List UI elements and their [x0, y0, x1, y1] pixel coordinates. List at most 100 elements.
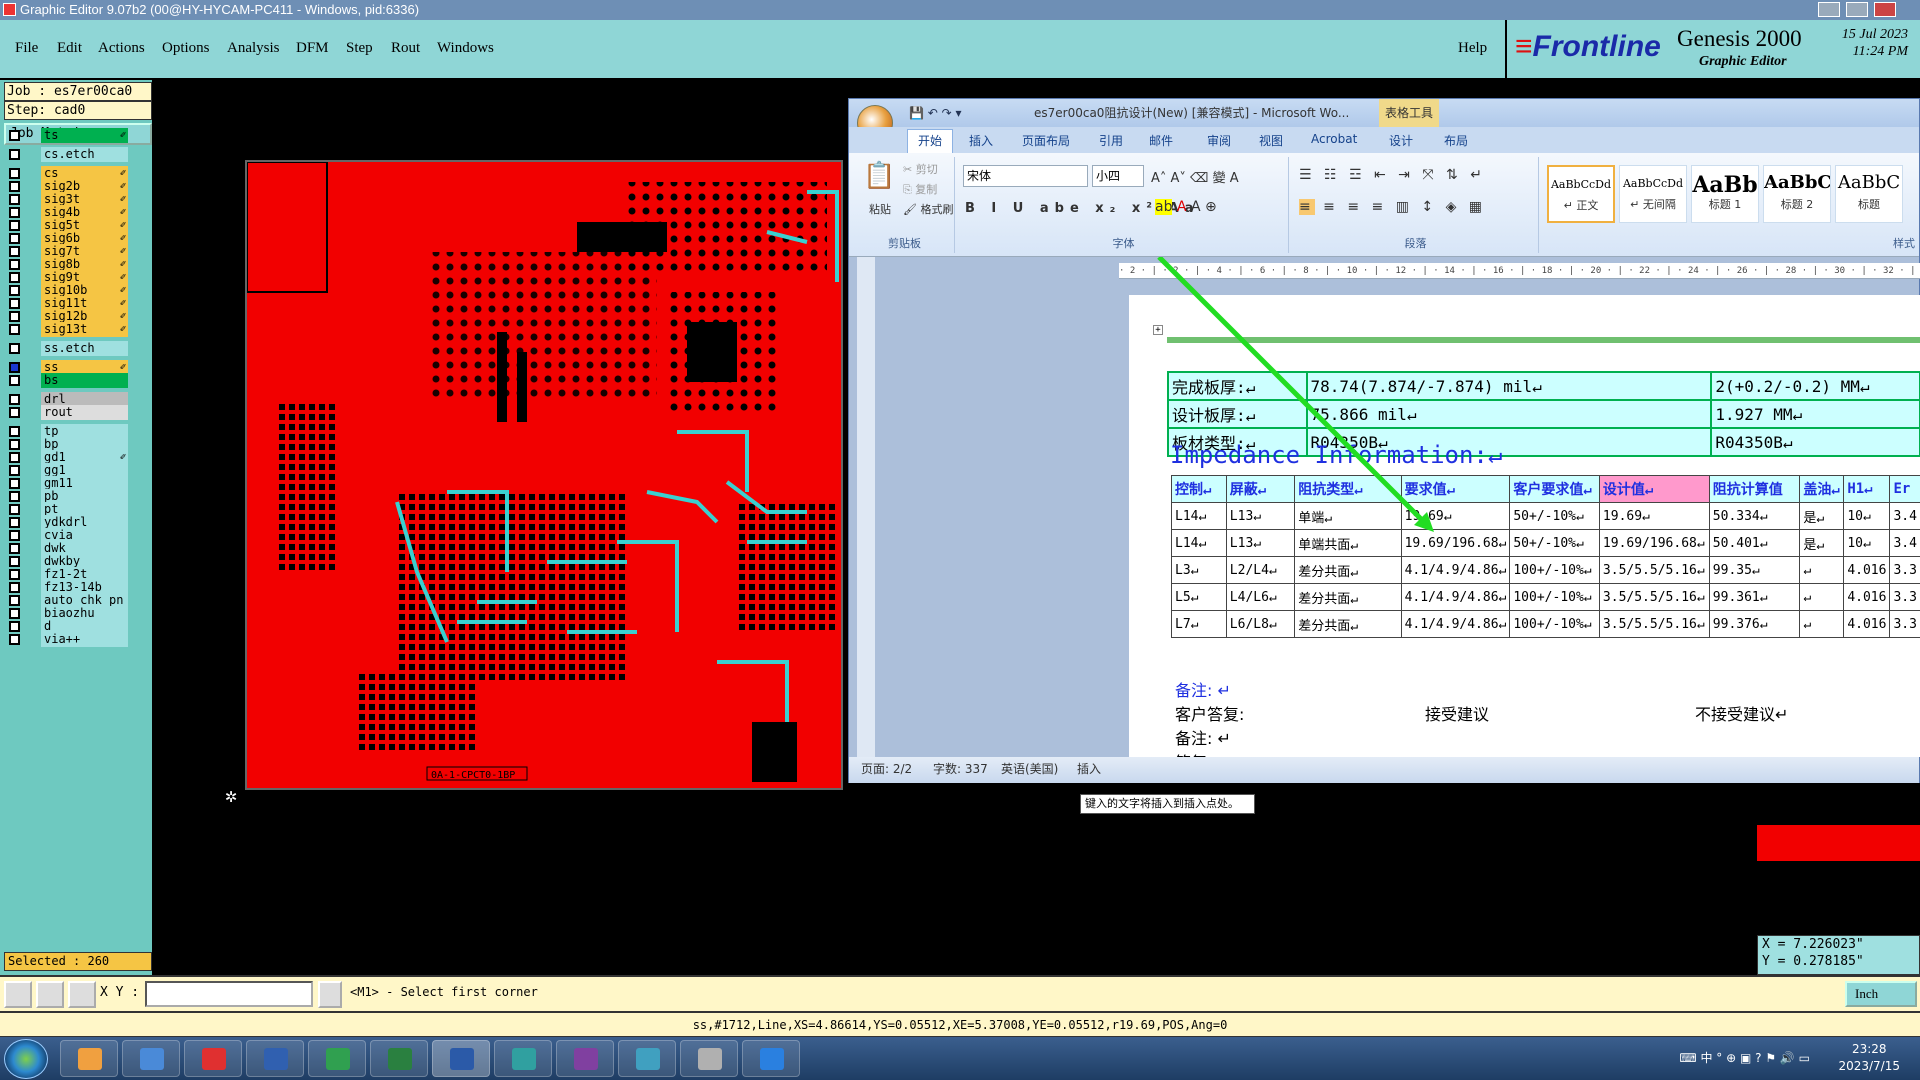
layer-checkbox[interactable]	[9, 246, 20, 257]
layer-checkbox[interactable]	[9, 285, 20, 296]
font-size-select[interactable]: 小四	[1092, 165, 1144, 187]
menu-step[interactable]: Step	[346, 40, 373, 57]
pcb-board[interactable]: 0A-1-CPCT0-1BP	[245, 160, 843, 790]
taskbar-app-3[interactable]	[184, 1040, 242, 1077]
layer-checkbox[interactable]	[9, 181, 20, 192]
style-title[interactable]: AaBbC 标题	[1835, 165, 1903, 223]
tab-design[interactable]: 设计	[1389, 132, 1413, 149]
layer-checkbox[interactable]	[9, 569, 20, 580]
layer-checkbox[interactable]	[9, 478, 20, 489]
status-language[interactable]: 英语(美国)	[1001, 757, 1058, 781]
tab-review[interactable]: 审阅	[1207, 132, 1231, 149]
layer-checkbox[interactable]	[9, 130, 20, 141]
tab-home[interactable]: 开始	[907, 129, 954, 153]
minimize-button[interactable]	[1818, 2, 1840, 17]
tab-layout[interactable]: 布局	[1444, 132, 1468, 149]
status-word-count[interactable]: 字数: 337	[933, 757, 988, 781]
taskbar-app-8[interactable]	[494, 1040, 552, 1077]
layer-checkbox[interactable]	[9, 452, 20, 463]
menu-dfm[interactable]: DFM	[296, 40, 329, 57]
taskbar-app-11[interactable]	[680, 1040, 738, 1077]
status-insert-mode[interactable]: 插入	[1077, 757, 1101, 781]
taskbar-genesis[interactable]	[556, 1040, 614, 1077]
grid-tool-icon[interactable]	[68, 981, 96, 1008]
list-buttons[interactable]: ☰ ☷ ☲ ⇤ ⇥ ⤧ ⇅ ↵	[1299, 167, 1486, 183]
xy-input[interactable]	[145, 981, 313, 1007]
menu-file[interactable]: File	[15, 40, 38, 57]
layer-checkbox[interactable]	[9, 220, 20, 231]
layer-checkbox[interactable]	[9, 491, 20, 502]
layer-row-ts[interactable]: ts ✐	[5, 128, 128, 144]
layer-checkbox[interactable]	[9, 517, 20, 528]
cut-button[interactable]: ✂ 剪切	[903, 161, 938, 177]
menu-windows[interactable]: Windows	[437, 40, 494, 57]
tab-mailings[interactable]: 邮件	[1149, 132, 1173, 149]
start-button[interactable]	[4, 1039, 48, 1079]
clock[interactable]: 23:28 2023/7/15	[1838, 1041, 1900, 1075]
tab-references[interactable]: 引用	[1099, 132, 1123, 149]
align-buttons[interactable]: ≡ ≡ ≡ ≡ ▥ ↕ ◈ ▦	[1299, 199, 1486, 215]
style-no-spacing[interactable]: AaBbCcDd ↵ 无间隔	[1619, 165, 1687, 223]
layer-row-cs-etch[interactable]: cs.etch	[5, 147, 128, 163]
layer-checkbox[interactable]	[9, 556, 20, 567]
measure-tool-icon[interactable]	[36, 981, 64, 1008]
layer-checkbox[interactable]	[9, 504, 20, 515]
layer-checkbox[interactable]	[9, 298, 20, 309]
input-mode-icon[interactable]	[318, 981, 342, 1008]
taskbar-app-1[interactable]	[60, 1040, 118, 1077]
layer-name[interactable]: bs	[41, 373, 128, 388]
layer-row-sig13t[interactable]: sig13t ✐	[5, 322, 128, 338]
tab-view[interactable]: 视图	[1259, 132, 1283, 149]
maximize-button[interactable]	[1846, 2, 1868, 17]
layer-checkbox[interactable]	[9, 582, 20, 593]
layer-row-rout[interactable]: rout	[5, 405, 128, 421]
layer-name[interactable]: cs.etch	[41, 147, 128, 162]
taskbar-app-12[interactable]	[742, 1040, 800, 1077]
layer-checkbox[interactable]	[9, 272, 20, 283]
format-painter-button[interactable]: 🖌 格式刷	[903, 201, 953, 217]
zoom-tool-icon[interactable]	[4, 981, 32, 1008]
layer-checkbox[interactable]	[9, 439, 20, 450]
layer-checkbox[interactable]	[9, 149, 20, 160]
layer-checkbox[interactable]	[9, 362, 20, 373]
layer-checkbox[interactable]	[9, 168, 20, 179]
style-normal[interactable]: AaBbCcDd ↵ 正文	[1547, 165, 1615, 223]
menu-help[interactable]: Help	[1458, 40, 1487, 57]
layer-checkbox[interactable]	[9, 407, 20, 418]
system-tray[interactable]: ⌨ 中 ° ⊕ ▣ ? ⚑ 🔊 ▭	[1679, 1049, 1810, 1066]
taskbar-app-2[interactable]	[122, 1040, 180, 1077]
taskbar-app-5[interactable]	[308, 1040, 366, 1077]
layer-row-bs[interactable]: bs	[5, 373, 128, 389]
paste-icon[interactable]: 📋	[863, 161, 895, 191]
layer-name[interactable]: sig13t ✐	[41, 322, 128, 337]
taskbar-app-10[interactable]	[618, 1040, 676, 1077]
menu-options[interactable]: Options	[162, 40, 210, 57]
taskbar-word[interactable]	[432, 1040, 490, 1077]
layer-row-via-[interactable]: via++	[5, 632, 128, 648]
tab-acrobat[interactable]: Acrobat	[1311, 132, 1357, 146]
menu-analysis[interactable]: Analysis	[227, 40, 280, 57]
tab-page-layout[interactable]: 页面布局	[1022, 132, 1070, 149]
layer-checkbox[interactable]	[9, 324, 20, 335]
layer-checkbox[interactable]	[9, 426, 20, 437]
style-heading-1[interactable]: AaBb 标题 1	[1691, 165, 1759, 223]
status-page[interactable]: 页面: 2/2	[861, 757, 912, 781]
taskbar-excel[interactable]	[370, 1040, 428, 1077]
layer-checkbox[interactable]	[9, 375, 20, 386]
layer-name[interactable]: ss.etch	[41, 341, 128, 356]
layer-name[interactable]: via++	[41, 632, 128, 647]
paste-button[interactable]: 粘贴	[869, 201, 891, 217]
units-button[interactable]: Inch	[1845, 981, 1917, 1007]
style-heading-2[interactable]: AaBbC 标题 2	[1763, 165, 1831, 223]
layer-name[interactable]: rout	[41, 405, 128, 420]
layer-checkbox[interactable]	[9, 621, 20, 632]
quick-access-toolbar[interactable]: 💾 ↶ ↷ ▾	[909, 99, 962, 127]
layer-checkbox[interactable]	[9, 530, 20, 541]
font-name-select[interactable]: 宋体	[963, 165, 1088, 187]
menu-edit[interactable]: Edit	[57, 40, 82, 57]
close-button[interactable]	[1874, 2, 1896, 17]
menu-rout[interactable]: Rout	[391, 40, 420, 57]
layer-checkbox[interactable]	[9, 207, 20, 218]
layer-checkbox[interactable]	[9, 608, 20, 619]
taskbar-app-4[interactable]	[246, 1040, 304, 1077]
